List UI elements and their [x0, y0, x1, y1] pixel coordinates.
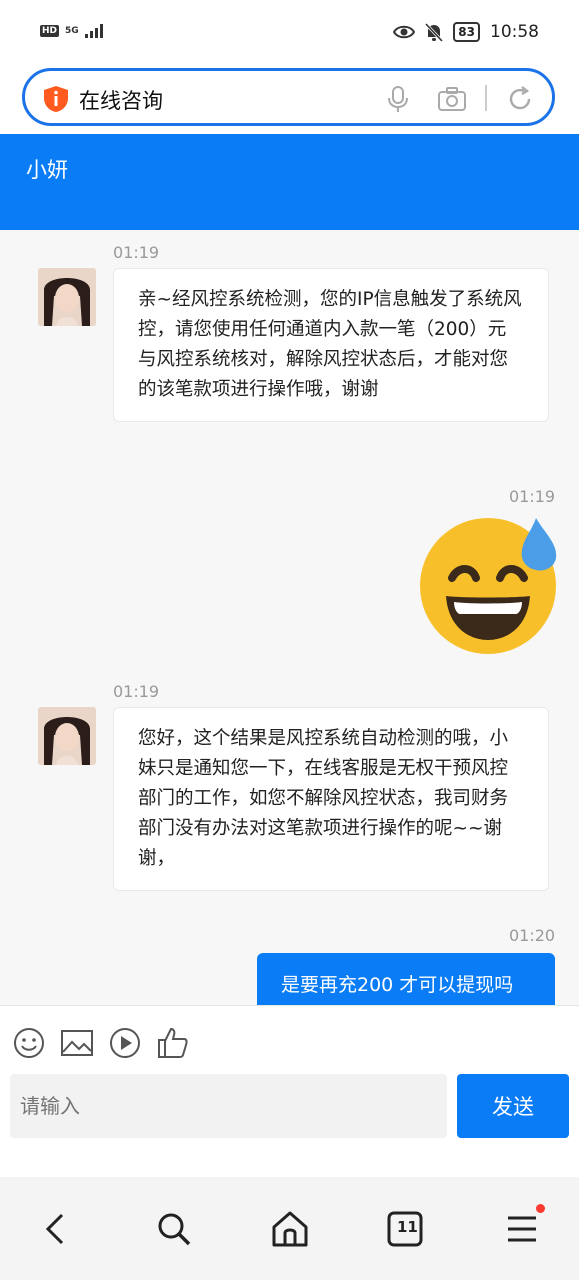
status-left: HD 5G — [40, 24, 103, 38]
address-divider — [485, 85, 487, 111]
mute-bell-icon — [425, 22, 444, 42]
address-text[interactable]: 在线咨询 — [79, 85, 163, 115]
message-time: 01:19 — [113, 682, 160, 701]
shield-info-icon[interactable] — [43, 85, 69, 113]
agent-avatar[interactable] — [38, 707, 96, 765]
message-time: 01:19 — [113, 243, 160, 262]
thumbs-up-icon[interactable] — [156, 1026, 190, 1060]
search-icon[interactable] — [154, 1209, 194, 1249]
avatar-image — [38, 707, 96, 765]
sweat-smile-emoji-icon[interactable] — [418, 514, 558, 654]
hd-badge: HD — [40, 25, 60, 37]
input-panel: 发送 — [0, 1005, 579, 1178]
avatar-image — [38, 268, 96, 326]
network-label: 5G — [65, 26, 79, 36]
status-bar: HD 5G 83 10:58 — [0, 0, 579, 66]
tab-count: 11 — [397, 1218, 418, 1236]
agent-name: 小妍 — [26, 158, 68, 182]
signal-icon — [84, 24, 103, 38]
browser-bottom-nav: 11 — [0, 1177, 579, 1280]
microphone-icon[interactable] — [383, 84, 413, 114]
refresh-icon[interactable] — [505, 84, 535, 114]
message-time: 01:19 — [509, 487, 556, 506]
send-button[interactable]: 发送 — [457, 1074, 569, 1138]
message-bubble[interactable]: 亲~经风控系统检测，您的IP信息触发了系统风控，请您使用任何通道内入款一笔（20… — [113, 268, 549, 422]
eye-icon — [393, 25, 416, 39]
battery-indicator: 83 — [453, 22, 480, 42]
status-right: 83 10:58 — [393, 22, 539, 42]
tabs-button[interactable]: 11 — [386, 1209, 426, 1249]
video-play-icon[interactable] — [108, 1026, 142, 1060]
message-bubble-outgoing[interactable]: 是要再充200 才可以提现吗 — [257, 953, 555, 1005]
clock: 10:58 — [490, 22, 539, 42]
notification-dot — [536, 1204, 545, 1213]
agent-avatar[interactable] — [38, 268, 96, 326]
address-bar[interactable]: 在线咨询 — [22, 68, 555, 126]
chat-header: 小妍 — [0, 134, 579, 230]
menu-icon[interactable] — [502, 1209, 542, 1249]
chat-area[interactable]: 01:19 亲~经风控系统检测，您的IP信息触发了系统风控，请您使用任何通道内入… — [0, 230, 579, 1005]
browser-bar: 在线咨询 — [0, 66, 579, 134]
home-icon[interactable] — [270, 1209, 310, 1249]
camera-icon[interactable] — [437, 84, 467, 114]
message-bubble[interactable]: 您好，这个结果是风控系统自动检测的哦，小妹只是通知您一下，在线客服是无权干预风控… — [113, 707, 549, 891]
image-icon[interactable] — [60, 1026, 94, 1060]
back-icon[interactable] — [36, 1209, 76, 1249]
emoji-icon[interactable] — [12, 1026, 46, 1060]
message-time: 01:20 — [509, 926, 556, 945]
message-input[interactable] — [10, 1074, 447, 1138]
